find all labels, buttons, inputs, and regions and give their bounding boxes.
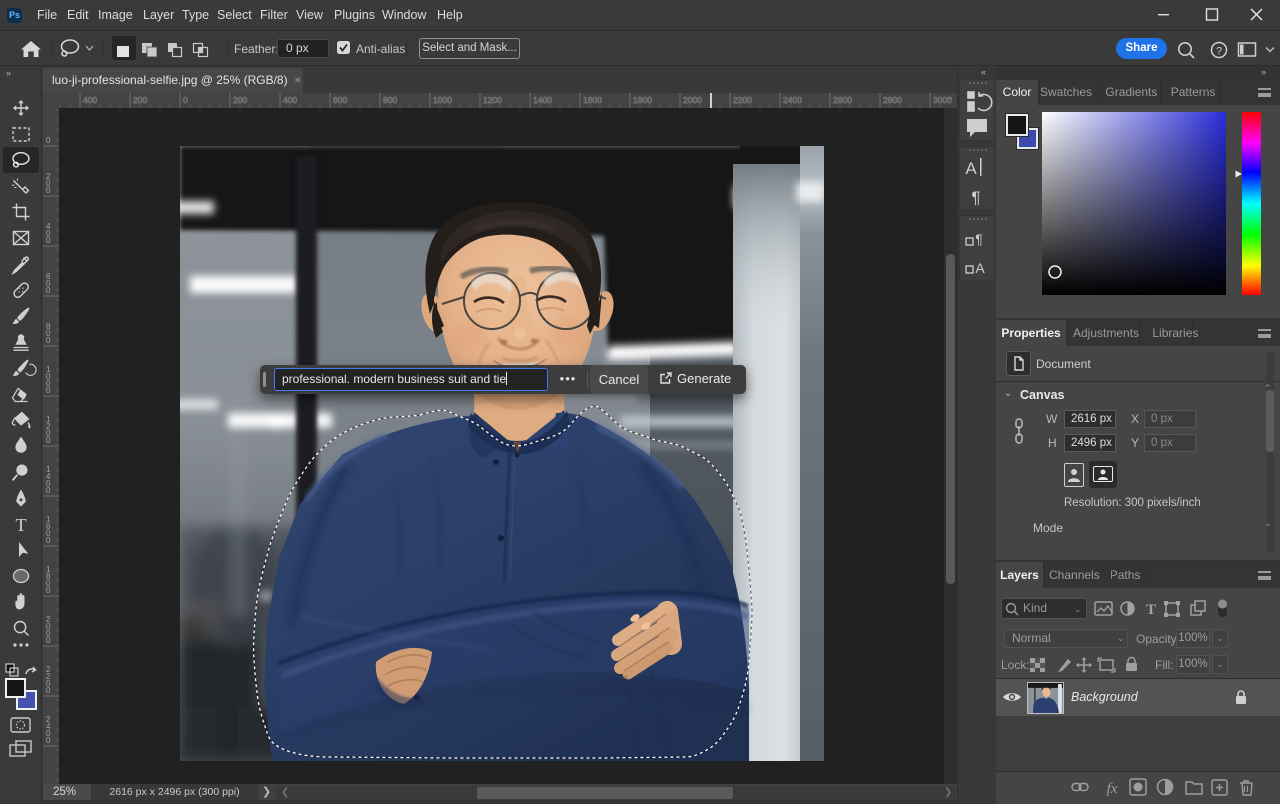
svg-text:0: 0 [46, 686, 51, 695]
svg-text:1600: 1600 [583, 95, 602, 105]
svg-text:0: 0 [46, 636, 51, 645]
svg-text:?: ? [1216, 46, 1222, 58]
svg-text:200: 200 [133, 95, 147, 105]
svg-text:0: 0 [46, 536, 51, 545]
svg-text:A: A [975, 260, 985, 276]
svg-text:400: 400 [283, 95, 297, 105]
svg-text:0: 0 [46, 386, 51, 395]
svg-text:400: 400 [83, 95, 97, 105]
svg-text:A: A [965, 159, 977, 178]
svg-text:2200: 2200 [733, 95, 752, 105]
svg-text:1000: 1000 [433, 95, 452, 105]
svg-text:2800: 2800 [883, 95, 902, 105]
svg-text:0: 0 [183, 95, 188, 105]
svg-text:T: T [1146, 602, 1156, 618]
svg-text:1200: 1200 [483, 95, 502, 105]
svg-text:1800: 1800 [633, 95, 652, 105]
svg-text:2000: 2000 [683, 95, 702, 105]
svg-text:fx: fx [1107, 781, 1118, 797]
svg-text:0: 0 [46, 586, 51, 595]
svg-text:200: 200 [233, 95, 247, 105]
svg-text:0: 0 [46, 486, 51, 495]
svg-text:0: 0 [46, 136, 51, 145]
svg-text:¶: ¶ [971, 188, 980, 207]
svg-text:¶: ¶ [975, 231, 983, 247]
svg-text:800: 800 [383, 95, 397, 105]
svg-text:2400: 2400 [783, 95, 802, 105]
svg-text:0: 0 [46, 236, 51, 245]
svg-text:0: 0 [46, 336, 51, 345]
svg-text:0: 0 [46, 736, 51, 745]
svg-text:T: T [16, 515, 27, 535]
svg-text:0: 0 [46, 436, 51, 445]
svg-text:0: 0 [46, 286, 51, 295]
svg-text:600: 600 [333, 95, 347, 105]
svg-text:0: 0 [46, 186, 51, 195]
svg-text:2600: 2600 [833, 95, 852, 105]
svg-text:1400: 1400 [533, 95, 552, 105]
